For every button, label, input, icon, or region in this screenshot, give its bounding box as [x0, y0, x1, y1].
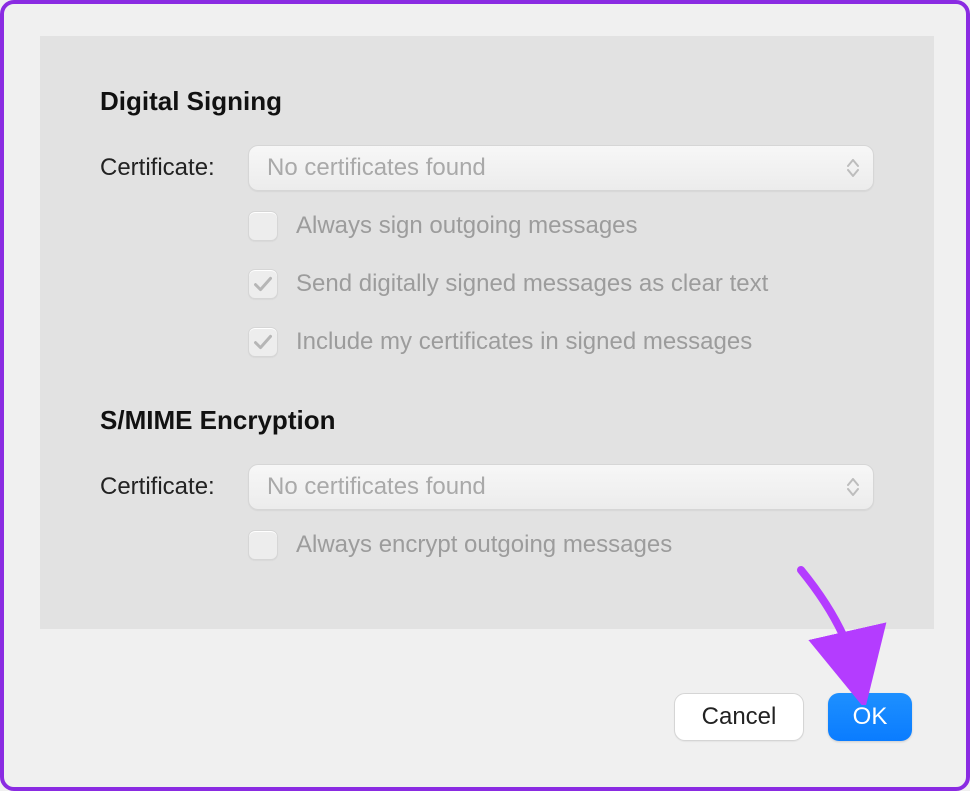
- updown-stepper-icon: [845, 475, 861, 499]
- always-sign-option: Always sign outgoing messages: [248, 211, 874, 241]
- always-encrypt-checkbox[interactable]: [248, 530, 278, 560]
- always-encrypt-label: Always encrypt outgoing messages: [296, 531, 672, 559]
- always-encrypt-option: Always encrypt outgoing messages: [248, 530, 874, 560]
- always-sign-checkbox[interactable]: [248, 211, 278, 241]
- signing-certificate-label: Certificate:: [100, 154, 248, 182]
- smime-certificate-row: Certificate: No certificates found: [100, 464, 874, 510]
- checkmark-icon: [253, 274, 273, 294]
- digital-signing-heading: Digital Signing: [100, 86, 874, 117]
- always-sign-label: Always sign outgoing messages: [296, 212, 638, 240]
- cancel-button[interactable]: Cancel: [674, 693, 804, 741]
- updown-stepper-icon: [845, 156, 861, 180]
- include-cert-checkbox[interactable]: [248, 327, 278, 357]
- include-cert-label: Include my certificates in signed messag…: [296, 328, 752, 356]
- settings-panel: Digital Signing Certificate: No certific…: [40, 36, 934, 629]
- include-cert-option: Include my certificates in signed messag…: [248, 327, 874, 357]
- clear-text-option: Send digitally signed messages as clear …: [248, 269, 874, 299]
- smime-certificate-label: Certificate:: [100, 473, 248, 501]
- signing-certificate-value: No certificates found: [267, 154, 486, 182]
- checkmark-icon: [253, 332, 273, 352]
- smime-certificate-select[interactable]: No certificates found: [248, 464, 874, 510]
- signing-certificate-select[interactable]: No certificates found: [248, 145, 874, 191]
- smime-certificate-value: No certificates found: [267, 473, 486, 501]
- smime-encryption-heading: S/MIME Encryption: [100, 405, 874, 436]
- digital-signing-certificate-row: Certificate: No certificates found: [100, 145, 874, 191]
- clear-text-label: Send digitally signed messages as clear …: [296, 270, 768, 298]
- ok-button[interactable]: OK: [828, 693, 912, 741]
- dialog-footer: Cancel OK: [674, 693, 912, 741]
- clear-text-checkbox[interactable]: [248, 269, 278, 299]
